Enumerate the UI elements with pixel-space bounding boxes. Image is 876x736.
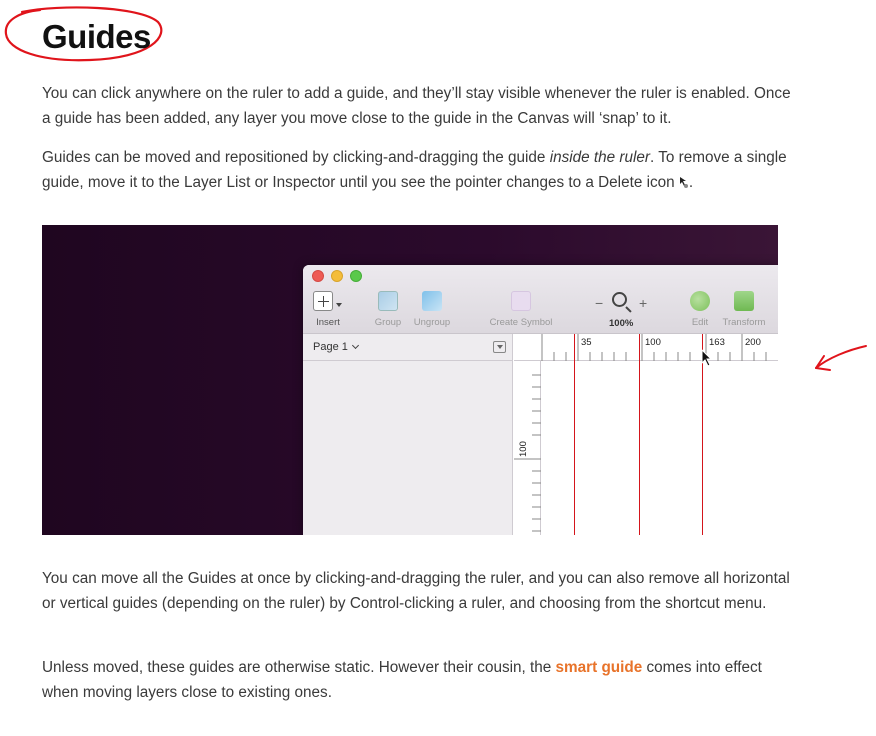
ruler-tick-left-100: 100 <box>518 441 529 457</box>
group-button[interactable]: Group <box>375 291 401 328</box>
ungroup-label: Ungroup <box>413 317 451 328</box>
horizontal-ruler[interactable]: 35 100 163 200 <box>514 334 778 361</box>
magnifier-icon <box>612 292 627 307</box>
delete-cursor-icon <box>679 173 689 188</box>
smart-guide-link[interactable]: smart guide <box>556 659 643 676</box>
insert-button[interactable]: Insert <box>313 291 343 328</box>
create-symbol-button[interactable]: Create Symbol <box>490 291 552 328</box>
create-symbol-label: Create Symbol <box>489 317 553 328</box>
para2-text-end: . <box>688 173 694 191</box>
zoom-in-button[interactable]: + <box>639 295 647 311</box>
embedded-screenshot: Insert Group Ungroup Create Symbol − + 1… <box>42 225 778 535</box>
ruler-tick-100: 100 <box>645 337 661 348</box>
pointer-cursor-icon <box>701 349 713 367</box>
red-arrow-annotation <box>815 345 867 371</box>
layer-sidebar: Page 1 <box>303 334 513 535</box>
guide-line-100[interactable] <box>639 334 640 535</box>
transform-label: Transform <box>722 317 766 328</box>
chevron-down-icon <box>351 341 359 350</box>
zoom-window-icon[interactable] <box>350 270 362 282</box>
close-window-icon[interactable] <box>312 270 324 282</box>
transform-icon <box>734 291 754 311</box>
group-icon <box>378 291 398 311</box>
insert-label: Insert <box>316 317 340 328</box>
para4-text-a: Unless moved, these guides are otherwise… <box>42 659 556 676</box>
paragraph-smart-guide: Unless moved, these guides are otherwise… <box>42 656 802 705</box>
transform-button[interactable]: Transform <box>723 291 765 328</box>
page-selector-label: Page 1 <box>313 341 348 353</box>
plus-icon <box>313 291 333 311</box>
edit-label: Edit <box>691 317 709 328</box>
ruler-tick-200: 200 <box>745 337 761 348</box>
sidebar-header: Page 1 <box>303 334 512 361</box>
edit-icon <box>690 291 710 311</box>
group-label: Group <box>374 317 402 328</box>
ungroup-icon <box>422 291 442 311</box>
app-window: Insert Group Ungroup Create Symbol − + 1… <box>303 265 778 535</box>
minimize-window-icon[interactable] <box>331 270 343 282</box>
paragraph-move-guides: Guides can be moved and repositioned by … <box>42 146 802 195</box>
pages-toggle-icon[interactable] <box>493 341 506 353</box>
edit-button[interactable]: Edit <box>689 291 711 328</box>
guide-line-35[interactable] <box>574 334 575 535</box>
page-title: Guides <box>42 18 151 55</box>
ruler-tick-35: 35 <box>581 337 592 348</box>
window-toolbar: Insert Group Ungroup Create Symbol − + 1… <box>303 265 778 334</box>
para2-text-a: Guides can be moved and repositioned by … <box>42 149 550 166</box>
paragraph-intro: You can click anywhere on the ruler to a… <box>42 85 791 127</box>
zoom-level: 100% <box>609 318 634 329</box>
page-selector[interactable]: Page 1 <box>313 341 359 353</box>
vertical-ruler[interactable]: 100 <box>514 361 541 535</box>
chevron-down-icon <box>336 303 342 307</box>
symbol-icon <box>511 291 531 311</box>
title-area: Guides <box>0 0 200 72</box>
ruler-tick-163: 163 <box>709 337 725 348</box>
ungroup-button[interactable]: Ungroup <box>414 291 450 328</box>
zoom-out-button[interactable]: − <box>595 295 603 311</box>
paragraph-move-all: You can move all the Guides at once by c… <box>42 570 790 612</box>
para2-emphasis: inside the ruler <box>549 149 651 166</box>
canvas[interactable] <box>542 362 778 535</box>
